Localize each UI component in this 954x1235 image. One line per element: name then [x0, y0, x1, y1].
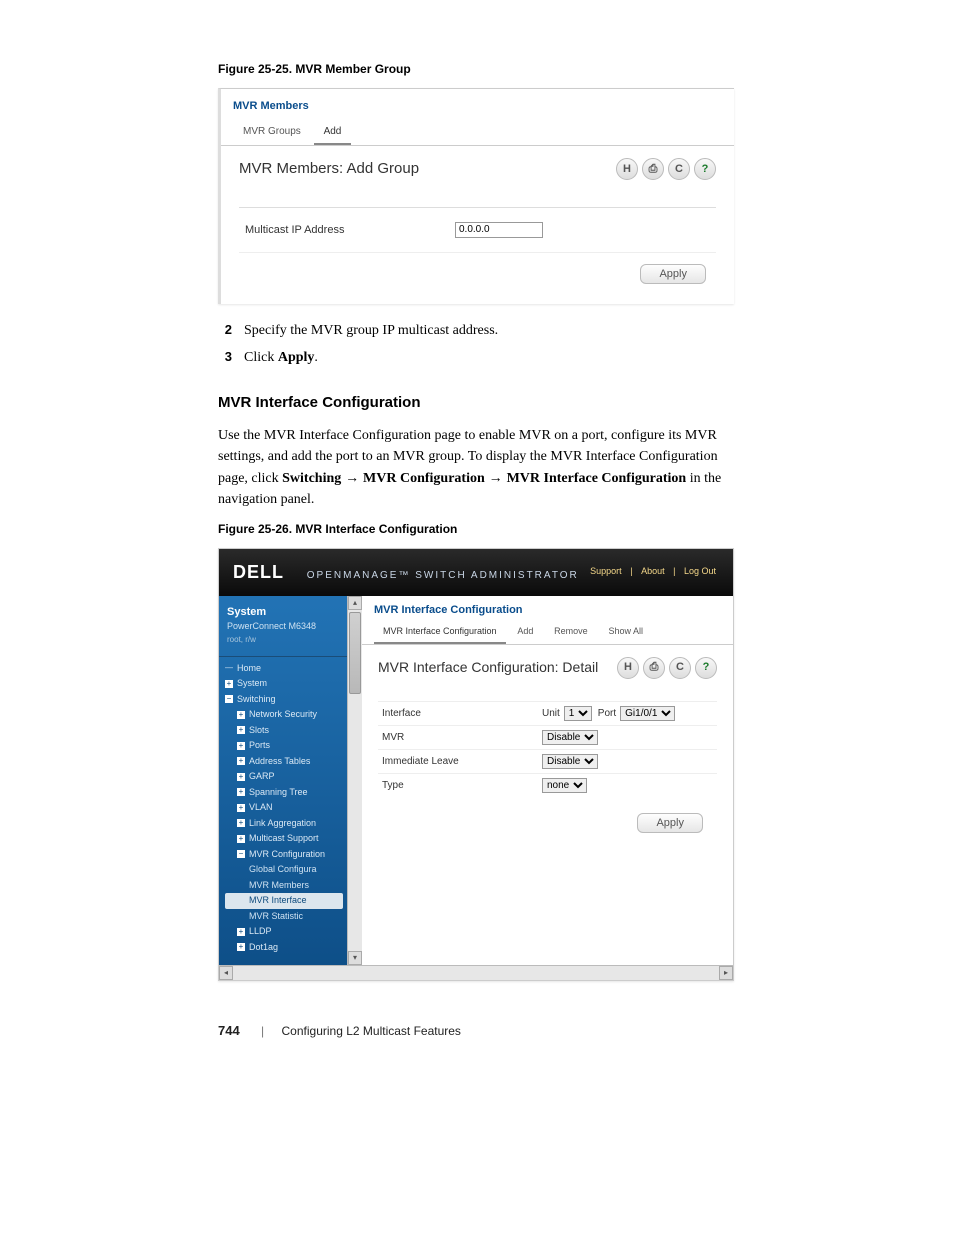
- content-tab-add[interactable]: Add: [508, 622, 542, 642]
- step-3: 3 Click Apply.: [218, 347, 734, 368]
- tree-home[interactable]: —Home: [225, 661, 343, 677]
- apply-button[interactable]: Apply: [637, 813, 703, 833]
- content-tab-show-all[interactable]: Show All: [599, 622, 652, 642]
- refresh-icon[interactable]: C: [668, 158, 690, 180]
- mvr-select[interactable]: Disable: [542, 730, 598, 745]
- port-select[interactable]: Gi1/0/1: [620, 706, 675, 721]
- figure-25-25-caption: Figure 25-25. MVR Member Group: [218, 60, 734, 78]
- apply-button[interactable]: Apply: [640, 264, 706, 284]
- navigation-sidebar: System PowerConnect M6348 root, r/w —Hom…: [219, 596, 347, 966]
- tree-network-security[interactable]: +Network Security: [225, 707, 343, 723]
- help-icon[interactable]: ?: [694, 158, 716, 180]
- step-2: 2 Specify the MVR group IP multicast add…: [218, 320, 734, 341]
- tree-dot1ag[interactable]: +Dot1ag: [225, 940, 343, 956]
- scroll-thumb[interactable]: [349, 612, 361, 694]
- help-icon[interactable]: ?: [695, 657, 717, 679]
- sidebar-system-title: System: [227, 604, 339, 621]
- port-label: Port: [598, 706, 616, 721]
- type-select[interactable]: none: [542, 778, 587, 793]
- tree-multicast-support[interactable]: +Multicast Support: [225, 831, 343, 847]
- tab-mvr-groups[interactable]: MVR Groups: [233, 120, 311, 143]
- brand-logo: DELL: [233, 562, 284, 582]
- tree-address-tables[interactable]: +Address Tables: [225, 754, 343, 770]
- tree-garp[interactable]: +GARP: [225, 769, 343, 785]
- about-link[interactable]: About: [641, 566, 665, 576]
- tree-link-aggregation[interactable]: +Link Aggregation: [225, 816, 343, 832]
- type-label: Type: [382, 778, 542, 793]
- scroll-left-icon[interactable]: ◂: [219, 966, 233, 980]
- multicast-ip-label: Multicast IP Address: [245, 222, 455, 239]
- support-link[interactable]: Support: [590, 566, 622, 576]
- tree-lldp[interactable]: +LLDP: [225, 924, 343, 940]
- tree-global-configuration[interactable]: Global Configura: [225, 862, 343, 878]
- content-subtitle: MVR Interface Configuration: Detail: [378, 657, 598, 678]
- tree-mvr-interface[interactable]: MVR Interface: [225, 893, 343, 909]
- content-header-title: MVR Interface Configuration: [374, 604, 523, 616]
- tab-add[interactable]: Add: [314, 120, 352, 145]
- chapter-title: Configuring L2 Multicast Features: [282, 1024, 461, 1038]
- mvr-members-screenshot: MVR Members MVR Groups Add MVR Members: …: [218, 88, 734, 304]
- content-tab-remove[interactable]: Remove: [545, 622, 597, 642]
- mvr-interface-configuration-heading: MVR Interface Configuration: [218, 392, 734, 415]
- save-icon[interactable]: H: [617, 657, 639, 679]
- unit-label: Unit: [542, 706, 560, 721]
- sidebar-scrollbar[interactable]: ▴ ▾: [347, 596, 362, 966]
- tree-vlan[interactable]: +VLAN: [225, 800, 343, 816]
- tree-mvr-statistic[interactable]: MVR Statistic: [225, 909, 343, 925]
- sidebar-user: root, r/w: [227, 634, 339, 646]
- mvr-interface-screenshot: DELL OPENMANAGE™ SWITCH ADMINISTRATOR Su…: [218, 548, 734, 982]
- mvr-label: MVR: [382, 730, 542, 745]
- tree-switching[interactable]: −Switching: [225, 692, 343, 708]
- print-icon[interactable]: ⎙: [643, 657, 665, 679]
- scroll-down-icon[interactable]: ▾: [348, 951, 362, 965]
- content-tab-detail[interactable]: MVR Interface Configuration: [374, 622, 506, 644]
- step-2-number: 2: [218, 320, 232, 341]
- sidebar-device-name: PowerConnect M6348: [227, 620, 339, 634]
- multicast-ip-input[interactable]: [455, 222, 543, 239]
- mvr-members-subtitle: MVR Members: Add Group: [239, 158, 419, 181]
- mvr-interface-description: Use the MVR Interface Configuration page…: [218, 425, 734, 510]
- immediate-leave-label: Immediate Leave: [382, 754, 542, 769]
- step-3-text: Click Apply.: [244, 347, 734, 368]
- scroll-up-icon[interactable]: ▴: [348, 596, 362, 610]
- tree-mvr-members[interactable]: MVR Members: [225, 878, 343, 894]
- horizontal-scrollbar[interactable]: ◂ ▸: [219, 965, 733, 980]
- mvr-members-header: MVR Members: [233, 100, 309, 112]
- logout-link[interactable]: Log Out: [684, 566, 716, 576]
- tree-ports[interactable]: +Ports: [225, 738, 343, 754]
- immediate-leave-select[interactable]: Disable: [542, 754, 598, 769]
- tree-slots[interactable]: +Slots: [225, 723, 343, 739]
- scroll-right-icon[interactable]: ▸: [719, 966, 733, 980]
- save-icon[interactable]: H: [616, 158, 638, 180]
- tree-system[interactable]: +System: [225, 676, 343, 692]
- tree-mvr-configuration[interactable]: −MVR Configuration: [225, 847, 343, 863]
- page-number: 744: [218, 1023, 240, 1038]
- step-2-text: Specify the MVR group IP multicast addre…: [244, 320, 734, 341]
- print-icon[interactable]: ⎙: [642, 158, 664, 180]
- page-footer: 744 | Configuring L2 Multicast Features: [218, 1021, 734, 1041]
- unit-select[interactable]: 1: [564, 706, 592, 721]
- tree-spanning-tree[interactable]: +Spanning Tree: [225, 785, 343, 801]
- figure-25-26-caption: Figure 25-26. MVR Interface Configuratio…: [218, 520, 734, 538]
- interface-label: Interface: [382, 706, 542, 721]
- step-3-number: 3: [218, 347, 232, 368]
- brand-subtitle: OPENMANAGE™ SWITCH ADMINISTRATOR: [307, 570, 579, 581]
- refresh-icon[interactable]: C: [669, 657, 691, 679]
